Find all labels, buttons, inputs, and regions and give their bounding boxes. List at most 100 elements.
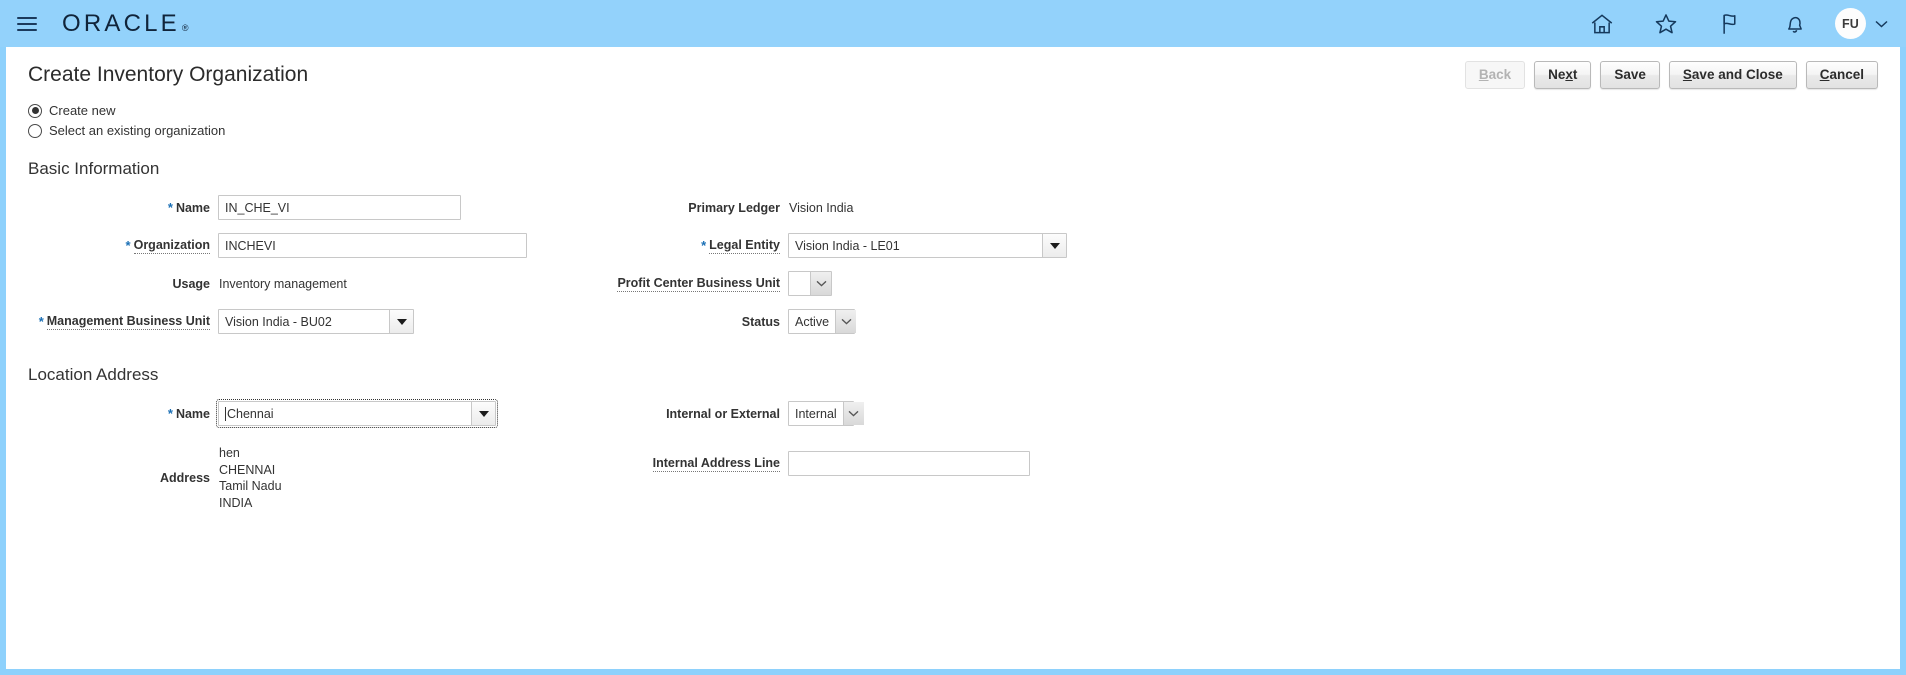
usage-value-text: Inventory management — [219, 276, 347, 291]
field-internal-or-external-value: Internal — [788, 401, 864, 426]
back-button-label: ack — [1488, 67, 1512, 82]
field-location-name-label: * Name — [28, 407, 218, 421]
field-name-label-text: Name — [175, 200, 210, 215]
field-internal-address-line-value — [788, 451, 1030, 476]
basic-information-heading: Basic Information — [28, 159, 160, 178]
page-title: Create Inventory Organization — [28, 63, 309, 86]
status-select[interactable]: Active — [788, 309, 857, 334]
internal-or-external-select[interactable]: Internal — [788, 401, 864, 426]
field-legal-entity-label: * Legal Entity — [573, 238, 788, 254]
field-status-label-text: Status — [741, 314, 780, 329]
field-primary-ledger-value: Vision India — [788, 201, 853, 215]
address-lines: hen CHENNAI Tamil Nadu INDIA — [218, 445, 282, 511]
field-management-business-unit-value: Vision India - BU02 — [218, 309, 414, 334]
favorites-star-icon[interactable] — [1653, 11, 1679, 37]
chevron-down-icon[interactable] — [810, 272, 831, 295]
field-internal-or-external: Internal or External Internal — [573, 398, 1133, 429]
radio-create-new-control[interactable] — [28, 103, 42, 118]
cancel-button[interactable]: Cancel — [1805, 61, 1878, 89]
global-header: ORACLE ® FU — [0, 0, 1906, 47]
oracle-logo[interactable]: ORACLE ® — [62, 10, 189, 38]
avatar[interactable]: FU — [1835, 8, 1866, 39]
field-name-value — [218, 195, 461, 220]
field-status-label: Status — [573, 315, 788, 329]
dropdown-triangle-icon[interactable] — [389, 310, 413, 333]
field-management-business-unit: * Management Business Unit Vision India … — [28, 306, 573, 337]
hamburger-icon[interactable] — [14, 11, 40, 37]
field-usage-value: Inventory management — [218, 277, 347, 291]
field-address: Address hen CHENNAI Tamil Nadu INDIA — [28, 445, 573, 511]
field-status-value: Active — [788, 309, 857, 334]
field-usage-label: Usage — [28, 277, 218, 291]
location-address-form: * Name Chennai Address hen CHENNAI Tamil… — [28, 398, 1878, 511]
basic-information-right-column: Primary Ledger Vision India * Legal Enti… — [573, 192, 1133, 344]
radio-select-existing-label: Select an existing organization — [49, 123, 226, 138]
legal-entity-value-text: Vision India - LE01 — [795, 238, 900, 253]
user-menu[interactable]: FU — [1835, 8, 1888, 39]
field-organization: * Organization — [28, 230, 573, 261]
next-button-accel: x — [1565, 67, 1573, 82]
internal-or-external-value-text: Internal — [795, 406, 837, 421]
required-marker: * — [38, 314, 44, 329]
address-line-4: INDIA — [219, 495, 253, 510]
field-internal-address-line-label: Internal Address Line — [573, 456, 788, 472]
basic-information-form: * Name * Organization — [28, 192, 1878, 344]
location-name-value-wrap: Chennai — [219, 402, 471, 425]
save-button[interactable]: Save — [1600, 61, 1660, 89]
field-location-name-label-text: Name — [175, 406, 210, 421]
brand-trademark: ® — [181, 22, 189, 33]
field-address-label: Address — [159, 471, 210, 485]
field-primary-ledger-label: Primary Ledger — [573, 201, 788, 215]
field-usage: Usage Inventory management — [28, 268, 573, 299]
flag-icon[interactable] — [1717, 11, 1743, 37]
basic-information-left-column: * Name * Organization — [28, 192, 573, 344]
field-primary-ledger-label-text: Primary Ledger — [688, 200, 780, 215]
address-line-1: hen — [219, 446, 240, 460]
brand-text: ORACLE — [62, 9, 180, 37]
field-name: * Name — [28, 192, 573, 223]
location-address-heading: Location Address — [28, 365, 159, 384]
management-business-unit-value-text: Vision India - BU02 — [225, 314, 332, 329]
profit-center-business-unit-select[interactable] — [788, 271, 832, 296]
page-title-bar: Create Inventory Organization Back Next … — [6, 47, 1900, 99]
required-marker: * — [125, 238, 131, 253]
chevron-down-icon[interactable] — [842, 402, 864, 425]
internal-address-line-input[interactable] — [788, 451, 1030, 476]
field-organization-label: * Organization — [28, 238, 218, 254]
location-name-combobox[interactable]: Chennai — [216, 399, 498, 428]
page-frame: Create Inventory Organization Back Next … — [6, 47, 1900, 669]
field-profit-center-business-unit-label: Profit Center Business Unit — [573, 276, 788, 292]
dropdown-triangle-icon[interactable] — [471, 402, 495, 425]
field-organization-label-text: Organization — [133, 237, 210, 254]
location-address-right-column: Internal or External Internal Internal A… — [573, 398, 1133, 511]
address-line-2: CHENNAI — [219, 462, 276, 477]
field-profit-center-business-unit: Profit Center Business Unit — [573, 268, 1133, 299]
field-location-name: * Name Chennai — [28, 398, 573, 429]
chevron-down-icon[interactable] — [1875, 15, 1888, 33]
next-button[interactable]: Next — [1534, 61, 1592, 89]
field-profit-center-business-unit-value — [788, 271, 832, 296]
radio-create-new[interactable]: Create new — [28, 103, 1878, 118]
name-input[interactable] — [218, 195, 461, 220]
field-legal-entity-value: Vision India - LE01 — [788, 233, 1067, 258]
back-button: Back — [1464, 61, 1526, 89]
dropdown-triangle-icon[interactable] — [1042, 234, 1066, 257]
management-business-unit-combobox[interactable]: Vision India - BU02 — [218, 309, 414, 334]
field-internal-address-line: Internal Address Line — [573, 448, 1133, 479]
location-address-left-column: * Name Chennai Address hen CHENNAI Tamil… — [28, 398, 573, 511]
primary-ledger-value-text: Vision India — [789, 200, 854, 215]
home-icon[interactable] — [1589, 11, 1615, 37]
required-marker: * — [701, 238, 707, 253]
field-status: Status Active — [573, 306, 1133, 337]
save-and-close-button[interactable]: Save and Close — [1668, 61, 1797, 89]
chevron-down-icon[interactable] — [835, 310, 857, 333]
radio-select-existing-control[interactable] — [28, 123, 42, 138]
field-management-business-unit-label: * Management Business Unit — [28, 314, 218, 330]
legal-entity-combobox[interactable]: Vision India - LE01 — [788, 233, 1067, 258]
notifications-bell-icon[interactable] — [1781, 11, 1807, 37]
radio-select-existing[interactable]: Select an existing organization — [28, 123, 1878, 138]
page-content: Create new Select an existing organizati… — [6, 99, 1900, 511]
next-button-label: Ne — [1548, 67, 1566, 82]
field-internal-or-external-label: Internal or External — [573, 407, 788, 421]
organization-input[interactable] — [218, 233, 527, 258]
